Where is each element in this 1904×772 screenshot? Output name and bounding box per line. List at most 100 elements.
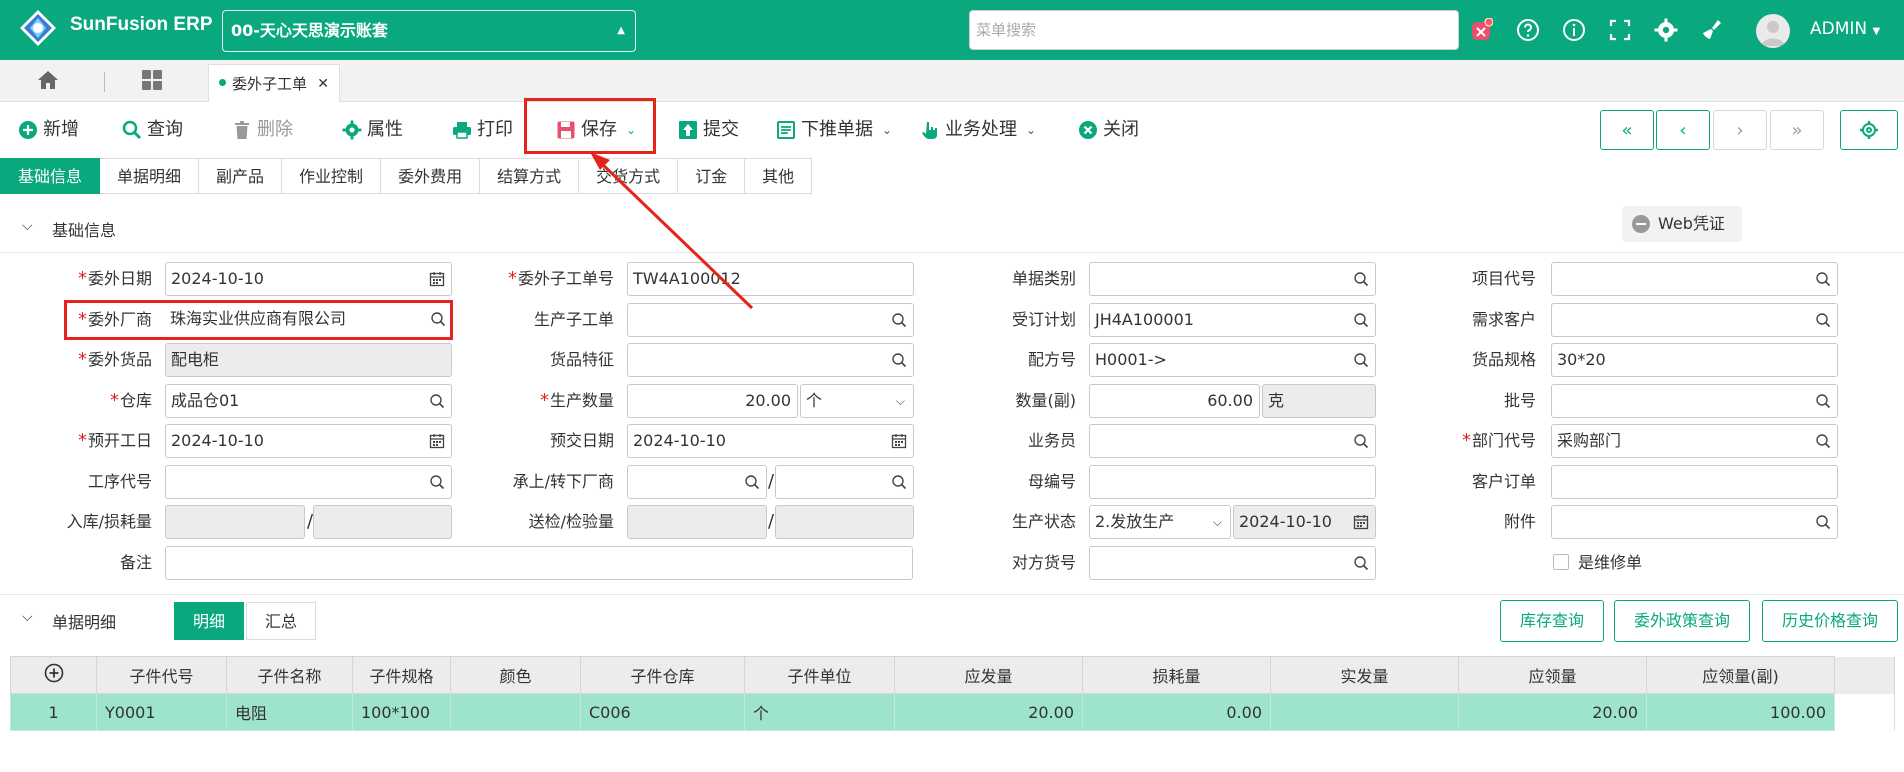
cell-warehouse[interactable]: C006 — [580, 693, 745, 731]
close-icon[interactable]: ✕ — [317, 65, 329, 103]
outsource-date-field[interactable]: 2024-10-10 — [165, 262, 452, 296]
avatar[interactable] — [1756, 14, 1790, 48]
tab-basic-info[interactable]: 基础信息 — [0, 158, 101, 194]
calendar-icon[interactable] — [891, 433, 907, 449]
price-query-button[interactable]: 历史价格查询 — [1762, 600, 1898, 642]
cell-spec[interactable]: 100*100 — [352, 693, 451, 731]
prev-record-button[interactable]: ‹ — [1656, 110, 1710, 150]
cell-req-qty-sub[interactable]: 100.00 — [1646, 693, 1835, 731]
search-icon[interactable] — [1815, 433, 1831, 449]
add-row-icon[interactable] — [10, 656, 97, 694]
col-header[interactable]: 损耗量 — [1082, 656, 1271, 694]
salesman-field[interactable] — [1089, 424, 1376, 458]
cell-color[interactable] — [450, 693, 581, 731]
prod-sub-order-field[interactable] — [627, 303, 914, 337]
cell-code[interactable]: Y0001 — [96, 693, 227, 731]
notification-icon[interactable] — [1467, 14, 1495, 46]
home-icon[interactable] — [36, 68, 64, 94]
tab-detail[interactable]: 明细 — [174, 602, 245, 640]
remark-field[interactable] — [165, 546, 913, 580]
policy-query-button[interactable]: 委外政策查询 — [1614, 600, 1750, 642]
planned-start-field[interactable]: 2024-10-10 — [165, 424, 452, 458]
tab-document-detail[interactable]: 单据明细 — [100, 158, 200, 194]
search-icon[interactable] — [429, 393, 445, 409]
search-icon[interactable] — [1815, 312, 1831, 328]
col-header[interactable]: 子件单位 — [744, 656, 895, 694]
parent-no-field[interactable] — [1089, 465, 1376, 499]
search-icon[interactable] — [891, 474, 907, 490]
cell-loss-qty[interactable]: 0.00 — [1082, 693, 1271, 731]
prod-qty-field[interactable]: 20.00 — [627, 384, 798, 418]
tab-other[interactable]: 其他 — [745, 158, 813, 194]
cell-req-qty[interactable]: 20.00 — [1458, 693, 1647, 731]
search-icon[interactable] — [1353, 352, 1369, 368]
tab-deposit[interactable]: 订金 — [678, 158, 746, 194]
col-header[interactable]: 应领量(副) — [1646, 656, 1835, 694]
table-row[interactable]: 1 Y0001 电阻 100*100 C006 个 20.00 0.00 20.… — [10, 693, 1895, 731]
first-record-button[interactable]: « — [1600, 110, 1654, 150]
process-code-field[interactable] — [165, 465, 452, 499]
stock-query-button[interactable]: 库存查询 — [1500, 600, 1604, 642]
cell-name[interactable]: 电阻 — [226, 693, 353, 731]
menu-search-input[interactable]: 菜单搜索 — [969, 10, 1459, 50]
sub-order-no-field[interactable]: TW4A100012 — [627, 262, 914, 296]
search-icon[interactable] — [1353, 555, 1369, 571]
business-button[interactable]: 业务处理 ⌄ — [920, 116, 1036, 144]
col-header[interactable]: 子件代号 — [96, 656, 227, 694]
upstream-vendor-field[interactable] — [627, 465, 767, 499]
search-icon[interactable] — [891, 352, 907, 368]
new-button[interactable]: 新增 — [18, 116, 79, 144]
search-icon[interactable] — [429, 474, 445, 490]
col-header[interactable]: 子件名称 — [226, 656, 353, 694]
tab-summary[interactable]: 汇总 — [246, 602, 317, 640]
customer-order-field[interactable] — [1551, 465, 1838, 499]
col-header[interactable]: 子件规格 — [352, 656, 451, 694]
col-header[interactable]: 子件仓库 — [580, 656, 745, 694]
print-button[interactable]: 打印 — [452, 116, 513, 144]
user-menu[interactable]: ADMIN ▼ — [1810, 19, 1880, 39]
search-icon[interactable] — [891, 312, 907, 328]
search-icon[interactable] — [1353, 271, 1369, 287]
web-voucher-button[interactable]: Web凭证 — [1622, 206, 1742, 242]
info-icon[interactable] — [1560, 14, 1588, 46]
close-button[interactable]: 关闭 — [1078, 116, 1139, 144]
chevron-down-icon[interactable]: ⌵ — [22, 609, 33, 625]
calendar-icon[interactable] — [429, 433, 445, 449]
search-icon[interactable] — [1353, 312, 1369, 328]
counterpart-goods-field[interactable] — [1089, 546, 1376, 580]
dept-code-field[interactable]: 采购部门 — [1551, 424, 1838, 458]
delete-button[interactable]: 删除 — [232, 116, 293, 144]
gear-icon[interactable] — [1652, 14, 1680, 46]
prod-qty-unit-select[interactable]: 个 ⌵ — [800, 384, 914, 418]
settings-button[interactable] — [1840, 110, 1898, 150]
tab-delivery[interactable]: 交货方式 — [579, 158, 679, 194]
push-down-button[interactable]: 下推单据 ⌄ — [776, 116, 892, 144]
formula-no-field[interactable]: H0001-> — [1089, 343, 1376, 377]
properties-button[interactable]: 属性 — [342, 116, 403, 144]
col-header[interactable]: 应领量 — [1458, 656, 1647, 694]
search-icon[interactable] — [1815, 271, 1831, 287]
attachment-field[interactable] — [1551, 505, 1838, 539]
order-plan-field[interactable]: JH4A100001 — [1089, 303, 1376, 337]
tab-settlement[interactable]: 结算方式 — [480, 158, 580, 194]
qty-sub-field[interactable]: 60.00 — [1089, 384, 1260, 418]
help-icon[interactable] — [1514, 14, 1542, 46]
fullscreen-icon[interactable] — [1606, 14, 1634, 46]
broom-icon[interactable] — [1698, 14, 1726, 46]
tab-by-product[interactable]: 副产品 — [199, 158, 283, 194]
is-repair-checkbox[interactable] — [1553, 554, 1569, 570]
last-record-button[interactable]: » — [1770, 110, 1824, 150]
next-record-button[interactable]: › — [1713, 110, 1767, 150]
doc-type-field[interactable] — [1089, 262, 1376, 296]
cell-issue-qty[interactable]: 20.00 — [894, 693, 1083, 731]
search-icon[interactable] — [1815, 514, 1831, 530]
col-header[interactable]: 实发量 — [1270, 656, 1459, 694]
project-code-field[interactable] — [1551, 262, 1838, 296]
col-header[interactable]: 应发量 — [894, 656, 1083, 694]
tab-operation-control[interactable]: 作业控制 — [282, 158, 382, 194]
app-grid-icon[interactable] — [140, 68, 168, 94]
goods-spec-field[interactable]: 30*20 — [1551, 343, 1838, 377]
downstream-vendor-field[interactable] — [775, 465, 914, 499]
search-icon[interactable] — [1353, 433, 1369, 449]
submit-button[interactable]: 提交 — [678, 116, 739, 144]
